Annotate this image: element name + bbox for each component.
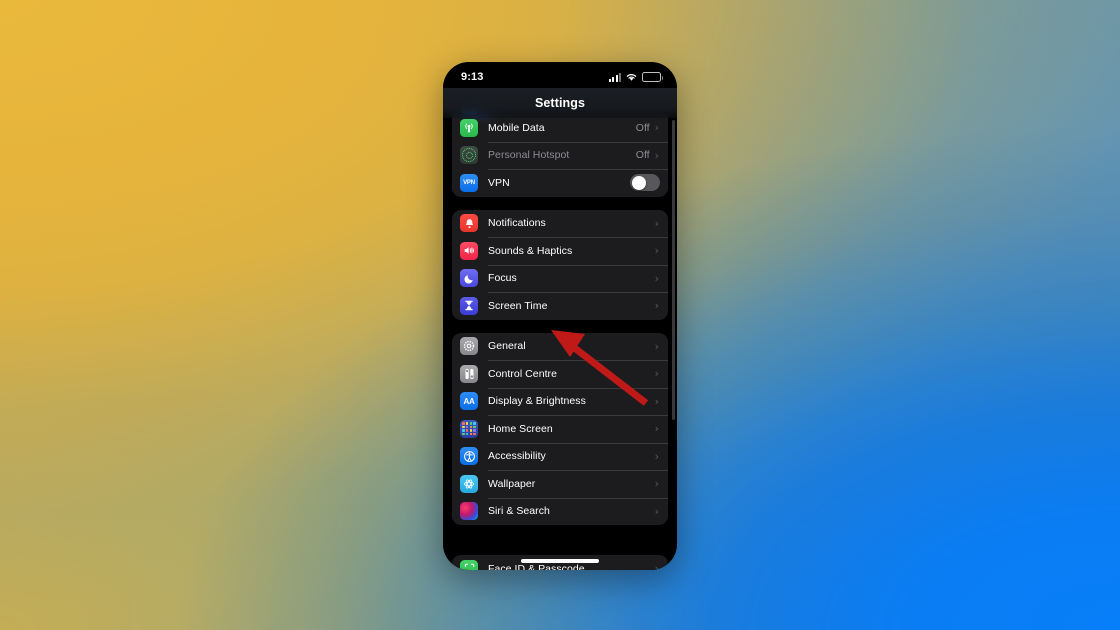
chevron-right-icon xyxy=(655,218,659,229)
notifications-icon xyxy=(460,214,478,233)
chevron-right-icon xyxy=(655,300,659,311)
settings-row-vpn[interactable]: VPN VPN xyxy=(452,169,668,197)
nav-bar: Settings xyxy=(443,88,677,118)
settings-row-screen-time[interactable]: Screen Time xyxy=(452,292,668,320)
screen-time-icon xyxy=(460,296,478,315)
settings-row-siri-search[interactable]: Siri & Search xyxy=(452,497,668,526)
wallpaper-icon xyxy=(460,474,478,493)
chevron-right-icon xyxy=(655,451,659,462)
settings-row-mobile-data[interactable]: Mobile Data Off xyxy=(452,114,668,142)
settings-row-label: Display & Brightness xyxy=(488,395,586,408)
settings-row-personal-hotspot[interactable]: Personal Hotspot Off xyxy=(452,141,668,170)
chevron-right-icon xyxy=(655,368,659,379)
settings-row-label: Notifications xyxy=(488,217,546,230)
settings-row-label: Accessibility xyxy=(488,450,546,463)
settings-row-control-centre[interactable]: Control Centre xyxy=(452,360,668,388)
chevron-right-icon xyxy=(655,563,659,570)
settings-group-alerts: Notifications Sounds & Haptics xyxy=(452,209,668,320)
personal-hotspot-icon xyxy=(460,146,478,165)
chevron-right-icon xyxy=(655,122,659,133)
vpn-icon: VPN xyxy=(460,173,478,192)
status-indicators xyxy=(608,72,663,82)
settings-row-notifications[interactable]: Notifications xyxy=(452,210,668,238)
chevron-right-icon xyxy=(655,506,659,517)
settings-row-display-brightness[interactable]: AA Display & Brightness xyxy=(452,387,668,416)
settings-row-focus[interactable]: Focus xyxy=(452,264,668,293)
display-brightness-icon: AA xyxy=(460,392,478,411)
settings-row-home-screen[interactable]: Home Screen xyxy=(452,415,668,443)
settings-row-label: Face ID & Passcode xyxy=(488,562,585,570)
chevron-right-icon xyxy=(655,273,659,284)
phone-screen: 9:13 Settings Mobile Data Off › Personal… xyxy=(443,62,677,570)
settings-row-label: Siri & Search xyxy=(488,505,550,518)
settings-row-accessibility[interactable]: Accessibility xyxy=(452,442,668,471)
focus-icon xyxy=(460,269,478,288)
chevron-right-icon xyxy=(655,150,659,161)
chevron-right-icon xyxy=(655,341,659,352)
settings-group-connectivity: Mobile Data Off Personal Hotspot Off VPN xyxy=(452,114,668,197)
settings-row-value: Off xyxy=(635,121,650,134)
siri-search-icon xyxy=(460,502,478,521)
battery-icon xyxy=(642,72,663,82)
settings-row-label: General xyxy=(488,340,526,353)
chevron-right-icon xyxy=(655,478,659,489)
home-indicator[interactable] xyxy=(521,559,599,563)
status-bar: 9:13 xyxy=(443,62,677,88)
accessibility-icon xyxy=(460,447,478,466)
chevron-right-icon xyxy=(655,423,659,434)
settings-row-wallpaper[interactable]: Wallpaper xyxy=(452,470,668,498)
settings-row-label: Wallpaper xyxy=(488,477,536,490)
settings-row-label: Focus xyxy=(488,272,517,285)
face-id-icon xyxy=(460,559,478,570)
cellular-signal-icon xyxy=(608,72,621,82)
sounds-haptics-icon xyxy=(460,241,478,260)
settings-row-general[interactable]: General xyxy=(452,333,668,361)
settings-group-system: General Control Centre xyxy=(452,332,668,526)
settings-row-label: Personal Hotspot xyxy=(488,149,570,162)
mobile-data-icon xyxy=(460,118,478,137)
settings-row-label: Sounds & Haptics xyxy=(488,244,573,257)
wifi-icon xyxy=(626,74,637,81)
page-title: Settings xyxy=(534,96,586,110)
settings-row-label: Control Centre xyxy=(488,367,557,380)
vertical-scrollbar[interactable] xyxy=(672,120,675,420)
settings-row-label: Screen Time xyxy=(488,299,548,312)
settings-row-label: VPN xyxy=(488,176,510,189)
status-time: 9:13 xyxy=(461,71,484,83)
home-screen-icon xyxy=(460,419,478,438)
chevron-right-icon xyxy=(655,396,659,407)
settings-row-sounds-haptics[interactable]: Sounds & Haptics xyxy=(452,237,668,265)
settings-list[interactable]: Mobile Data Off Personal Hotspot Off VPN xyxy=(443,62,677,570)
control-centre-icon xyxy=(460,364,478,383)
phone-mockup: 9:13 Settings Mobile Data Off › Personal… xyxy=(443,62,677,570)
settings-row-value: Off xyxy=(635,149,650,162)
vpn-toggle[interactable] xyxy=(630,174,660,192)
settings-row-label: Mobile Data xyxy=(488,121,545,134)
chevron-right-icon xyxy=(655,245,659,256)
settings-row-label: Home Screen xyxy=(488,422,553,435)
general-icon xyxy=(460,337,478,356)
